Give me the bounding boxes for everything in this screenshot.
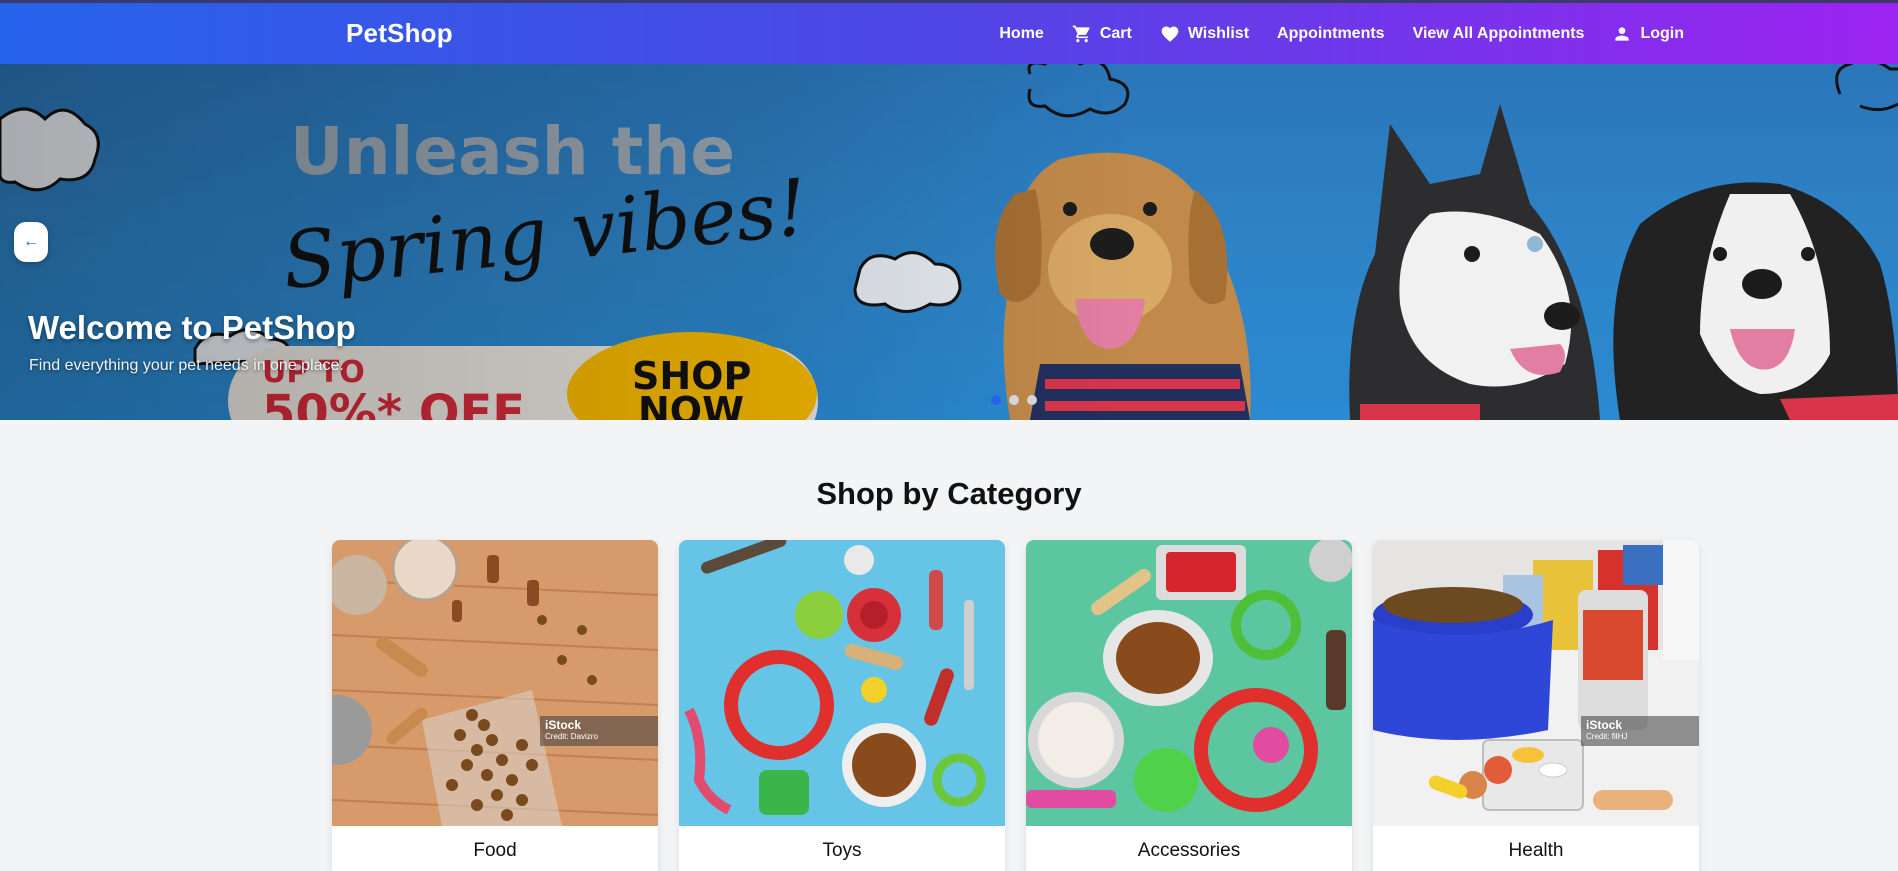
category-image-toys (679, 540, 1005, 826)
category-image-health: iStock Credit: filHJ (1373, 540, 1699, 826)
hero-subtitle: Find everything your pet needs in one pl… (29, 357, 344, 374)
nav-wishlist-link[interactable]: Wishlist (1160, 24, 1249, 44)
hero-carousel: Unleash the Spring vibes! UP TO 50%* OFF… (0, 64, 1898, 420)
nav-home-link[interactable]: Home (999, 25, 1043, 43)
nav-view-all-appointments-link[interactable]: View All Appointments (1413, 25, 1585, 43)
carousel-dots (991, 395, 1037, 405)
nav-cart-link[interactable]: Cart (1072, 24, 1132, 44)
cart-icon (1072, 25, 1090, 42)
category-image-accessories (1026, 540, 1352, 826)
category-card-accessories[interactable]: Accessories (1026, 540, 1352, 871)
credit-text: Credit: Davizro (545, 732, 598, 741)
nav-home-label: Home (999, 24, 1044, 42)
category-label-health: Health (1508, 840, 1564, 861)
nav-view-all-appointments-label: View All Appointments (1412, 24, 1585, 42)
nav-links: Home Cart Wishlist Appointments View All… (999, 3, 1684, 64)
brand-logo[interactable]: PetShop (346, 18, 453, 49)
credit-brand: iStock (545, 718, 582, 732)
category-card-health[interactable]: iStock Credit: filHJ Health (1373, 540, 1699, 871)
category-card-toys[interactable]: Toys (679, 540, 1005, 871)
nav-wishlist-label: Wishlist (1187, 24, 1250, 42)
nav-appointments-link[interactable]: Appointments (1277, 25, 1385, 43)
nav-cart-label: Cart (1099, 24, 1132, 42)
hero-title: Welcome to PetShop (28, 309, 356, 346)
top-navbar: PetShop Home Cart Wishlist Appointments … (0, 0, 1898, 64)
credit-brand: iStock (1586, 718, 1623, 732)
user-icon (1615, 26, 1630, 41)
nav-login-link[interactable]: Login (1612, 24, 1684, 44)
nav-login-label: Login (1640, 24, 1684, 42)
carousel-dot-2[interactable] (1009, 395, 1019, 405)
carousel-dot-3[interactable] (1027, 395, 1037, 405)
nav-appointments-label: Appointments (1277, 24, 1385, 42)
image-credit-food: iStock Credit: Davizro (540, 716, 658, 746)
category-label-food: Food (473, 840, 517, 861)
section-title-categories: Shop by Category (816, 476, 1082, 511)
carousel-dot-1[interactable] (991, 395, 1001, 405)
carousel-prev-button[interactable]: ← (14, 222, 48, 262)
image-credit-health: iStock Credit: filHJ (1581, 716, 1699, 746)
category-card-food[interactable]: iStock Credit: Davizro Food (332, 540, 658, 871)
category-label-accessories: Accessories (1137, 840, 1241, 861)
category-cards: iStock Credit: Davizro Food Toys Accesso… (332, 540, 1699, 871)
category-label-toys: Toys (822, 840, 862, 861)
credit-text: Credit: filHJ (1586, 732, 1628, 741)
heart-icon (1161, 26, 1179, 42)
category-image-food: iStock Credit: Davizro (332, 540, 658, 826)
